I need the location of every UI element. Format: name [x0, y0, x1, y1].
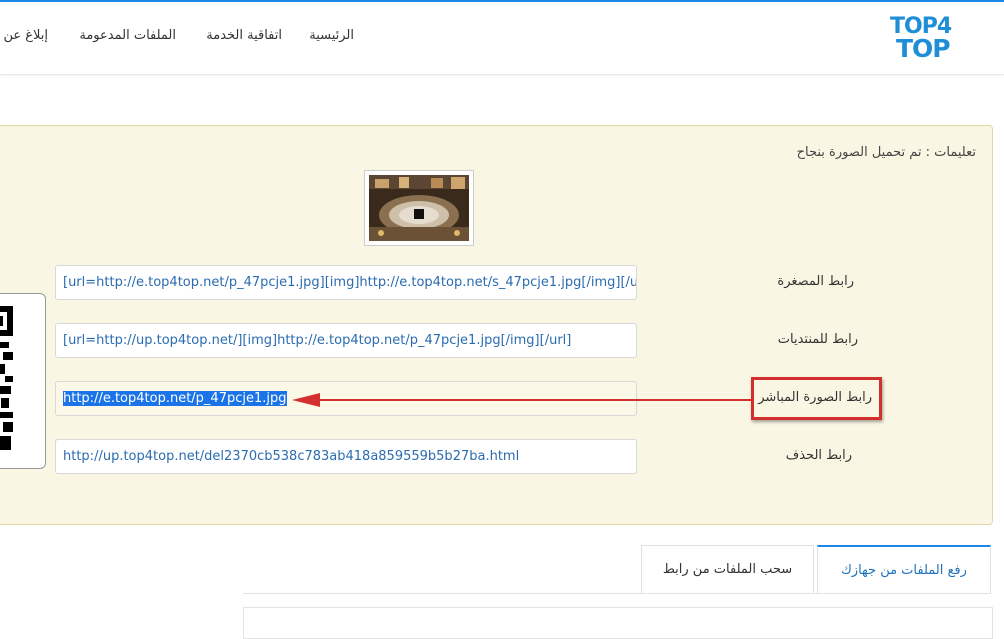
label-thumbnail-link: رابط المصغرة — [777, 274, 854, 289]
delete-link-field[interactable]: http://up.top4top.net/del2370cb538c783ab… — [55, 439, 637, 474]
annotation-arrow-icon — [292, 393, 752, 407]
instructions-text: تعليمات : تم تحميل الصورة بنجاح — [796, 145, 976, 160]
forum-link-field[interactable]: [url=http://up.top4top.net/][img]http://… — [55, 323, 637, 358]
upload-area[interactable] — [243, 607, 993, 639]
nav-item-terms[interactable]: اتفاقية الخدمة — [206, 28, 282, 43]
annotation-highlight-box — [751, 377, 882, 420]
site-logo[interactable]: TOP4 TOP — [890, 16, 964, 62]
thumbnail-link-field[interactable]: [url=http://e.top4top.net/p_47pcje1.jpg]… — [55, 265, 637, 300]
tab-upload-from-device[interactable]: رفع الملفات من جهازك — [817, 545, 991, 594]
label-delete-link: رابط الحذف — [785, 448, 852, 463]
qr-code-card — [0, 293, 46, 469]
tab-fetch-from-url[interactable]: سحب الملفات من رابط — [641, 545, 814, 593]
tabs-divider — [243, 593, 991, 594]
nav-item-supported-files[interactable]: الملفات المدعومة — [79, 28, 176, 43]
thumbnail-image-icon — [369, 175, 469, 241]
label-forum-link: رابط للمنتديات — [777, 332, 858, 347]
logo-line-2: TOP — [896, 34, 951, 63]
selected-link-text: http://e.top4top.net/p_47pcje1.jpg — [63, 391, 287, 406]
uploaded-image-thumbnail[interactable] — [364, 170, 474, 246]
qr-code-icon — [0, 306, 13, 450]
nav-item-report[interactable]: إبلاغ عن ا — [0, 28, 48, 43]
top-navbar: TOP4 TOP الرئيسية اتفاقية الخدمة الملفات… — [0, 2, 1004, 75]
nav-item-home[interactable]: الرئيسية — [309, 28, 354, 43]
